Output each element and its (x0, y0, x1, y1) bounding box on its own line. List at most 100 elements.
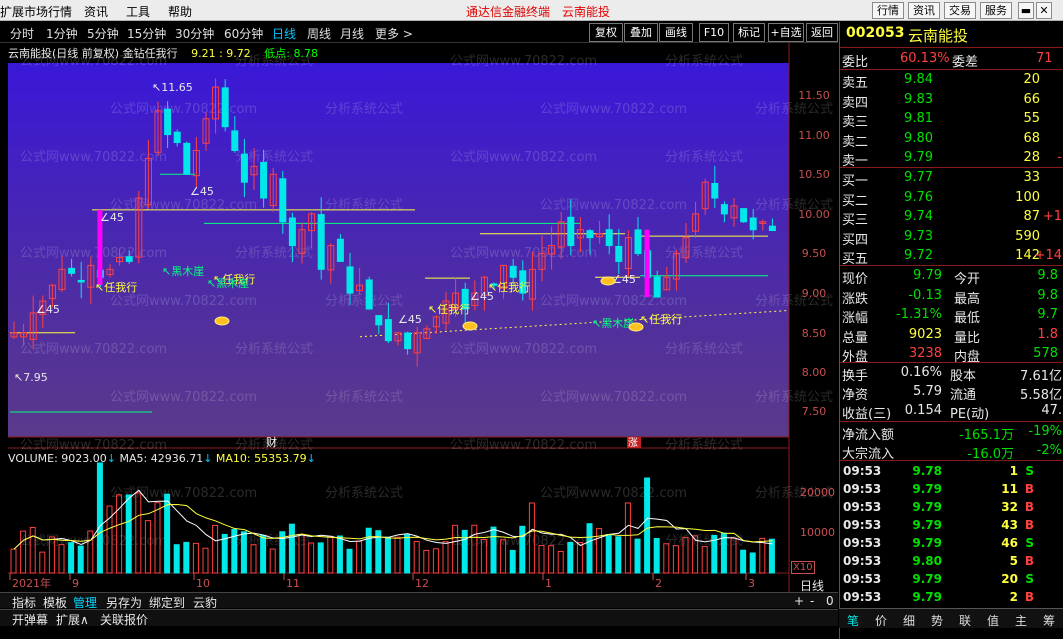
volume-bar (557, 550, 564, 574)
zoom-reset-button[interactable]: 0 (826, 594, 834, 608)
f10-button[interactable]: F10 (699, 23, 729, 42)
weicha-label: 委差 (952, 55, 979, 70)
candle-down (615, 245, 623, 262)
menu-help[interactable]: 帮助 (168, 3, 192, 20)
tick-price: 9.80 (912, 554, 942, 568)
low-price-annotation: ↖7.95 (14, 371, 48, 384)
zoom-in-button[interactable]: + (794, 594, 804, 608)
tick-price: 9.79 (912, 572, 942, 586)
tab-danmaku[interactable]: 开弹幕 (12, 611, 48, 628)
detail-tab[interactable]: 联 (959, 612, 971, 629)
volume-bar (519, 525, 526, 574)
period-tab-5min[interactable]: 5分钟 (87, 25, 119, 42)
tab-related-quote[interactable]: 关联报价 (100, 611, 148, 628)
volume-bar (567, 541, 574, 574)
period-tab-monthly[interactable]: 月线 (340, 25, 364, 42)
flow-percent: -2% (1036, 443, 1062, 458)
volume-bar (701, 546, 708, 574)
detail-tab[interactable]: 笔 (847, 612, 859, 629)
tick-volume: 46 (1001, 536, 1018, 550)
fundamental-value: 5.79 (913, 384, 942, 399)
back-button[interactable]: 返回 (806, 23, 838, 42)
detail-tab[interactable]: 价 (875, 612, 887, 629)
candle-down (260, 161, 268, 199)
candle-down (509, 265, 517, 278)
tick-time: 09:53 (843, 590, 882, 604)
y-axis-label: 10.50 (798, 168, 830, 181)
period-tab-daily[interactable]: 日线 (272, 25, 296, 42)
quote-button[interactable]: 行情 (872, 2, 904, 19)
period-tab-weekly[interactable]: 周线 (307, 25, 331, 42)
stat-value: 1.8 (1037, 326, 1058, 342)
ask-row: 卖四 9.83 66 (840, 91, 1063, 111)
volume-bar (240, 531, 247, 574)
tick-price: 9.79 (912, 536, 942, 550)
menu-tools[interactable]: 工具 (126, 3, 150, 20)
volume-bar (624, 502, 631, 574)
adjust-button[interactable]: 复权 (589, 23, 623, 42)
watermark-text: 分析系统公式 (665, 54, 743, 69)
bid-row: 买三 9.74 87 +1 (840, 208, 1063, 228)
period-tab-1min[interactable]: 1分钟 (46, 25, 78, 42)
tick-row: 09:53 9.79 11 B (840, 481, 1063, 500)
fundamental-value: 5.58亿 (1020, 388, 1062, 403)
watermark-text: 分析系统公式 (235, 342, 313, 357)
draw-button[interactable]: 画线 (659, 23, 693, 42)
detail-tab[interactable]: 势 (931, 612, 943, 629)
volume-bar (548, 545, 555, 574)
zoom-out-button[interactable]: - (810, 594, 814, 608)
mark-button[interactable]: 标记 (733, 23, 765, 42)
bid-change: +14 (1034, 248, 1062, 263)
ask-label: 卖三 (842, 115, 869, 130)
angle-annotation: ∠45 (398, 313, 422, 326)
tick-row: 09:53 9.79 32 B (840, 499, 1063, 518)
overlay-button[interactable]: 叠加 (624, 23, 658, 42)
volume-bar (644, 477, 651, 574)
volume-bar (596, 528, 603, 574)
period-tab-15min[interactable]: 15分钟 (127, 25, 166, 42)
bid-label: 买二 (842, 193, 869, 209)
ma5-label: MA5: 42936.71 (119, 452, 204, 465)
signal-annotation: ↖任我行 (488, 281, 530, 294)
service-button[interactable]: 服务 (980, 2, 1012, 19)
trade-button[interactable]: 交易 (944, 2, 976, 19)
ask-price: 9.80 (904, 130, 933, 146)
volume-bar (327, 535, 334, 574)
tab-extend[interactable]: 扩展∧ (56, 611, 89, 628)
period-tab-60min[interactable]: 60分钟 (224, 25, 263, 42)
bid-price: 9.72 (904, 248, 933, 263)
quote-panel: 002053 云南能投 委比 60.13% 委差 71 卖五 9.84 20 卖四 9.… (839, 22, 1063, 639)
detail-tab[interactable]: 值 (987, 612, 999, 629)
period-tab-more[interactable]: 更多 > (375, 25, 413, 42)
watermark-text: 分析系统公式 (325, 390, 403, 405)
detail-tab[interactable]: 筹 (1043, 612, 1055, 629)
bid-label: 买四 (842, 232, 869, 248)
candle-down (240, 153, 248, 183)
menu-news[interactable]: 资讯 (84, 3, 108, 20)
stat-row: 总量 9023 量比 1.8 (840, 326, 1063, 346)
volume-bar (125, 494, 132, 574)
close-icon[interactable]: ✕ (1036, 2, 1052, 19)
candle-down (125, 256, 133, 262)
detail-tab[interactable]: 细 (903, 612, 915, 629)
bid-row: 买二 9.76 100 (840, 189, 1063, 209)
news-button[interactable]: 资讯 (908, 2, 940, 19)
tick-price: 9.79 (912, 482, 942, 496)
minimize-icon[interactable]: ▬ (1018, 2, 1034, 19)
volume-bar (672, 545, 679, 574)
candlestick-chart[interactable]: 公式网www.70822.com 分析系统公式 公式网www.70822.com 分析… (0, 43, 838, 592)
stat-label: 最高 (954, 291, 981, 307)
period-tab-timeshare[interactable]: 分时 (10, 25, 34, 42)
candle-down (605, 229, 613, 247)
ask-label: 卖四 (842, 95, 869, 111)
detail-tab[interactable]: 主 (1015, 612, 1027, 629)
tick-volume: 1 (1009, 464, 1018, 478)
ask-volume: 68 (1023, 130, 1040, 146)
volume-y-label: 20000 (800, 486, 835, 499)
candle-down (720, 204, 728, 215)
menu-market[interactable]: 扩展市场行情 (0, 3, 72, 20)
add-watchlist-button[interactable]: +自选 (768, 23, 804, 42)
ask-row: 卖五 9.84 20 (840, 71, 1063, 91)
period-tab-30min[interactable]: 30分钟 (175, 25, 214, 42)
candle-down (634, 229, 642, 254)
